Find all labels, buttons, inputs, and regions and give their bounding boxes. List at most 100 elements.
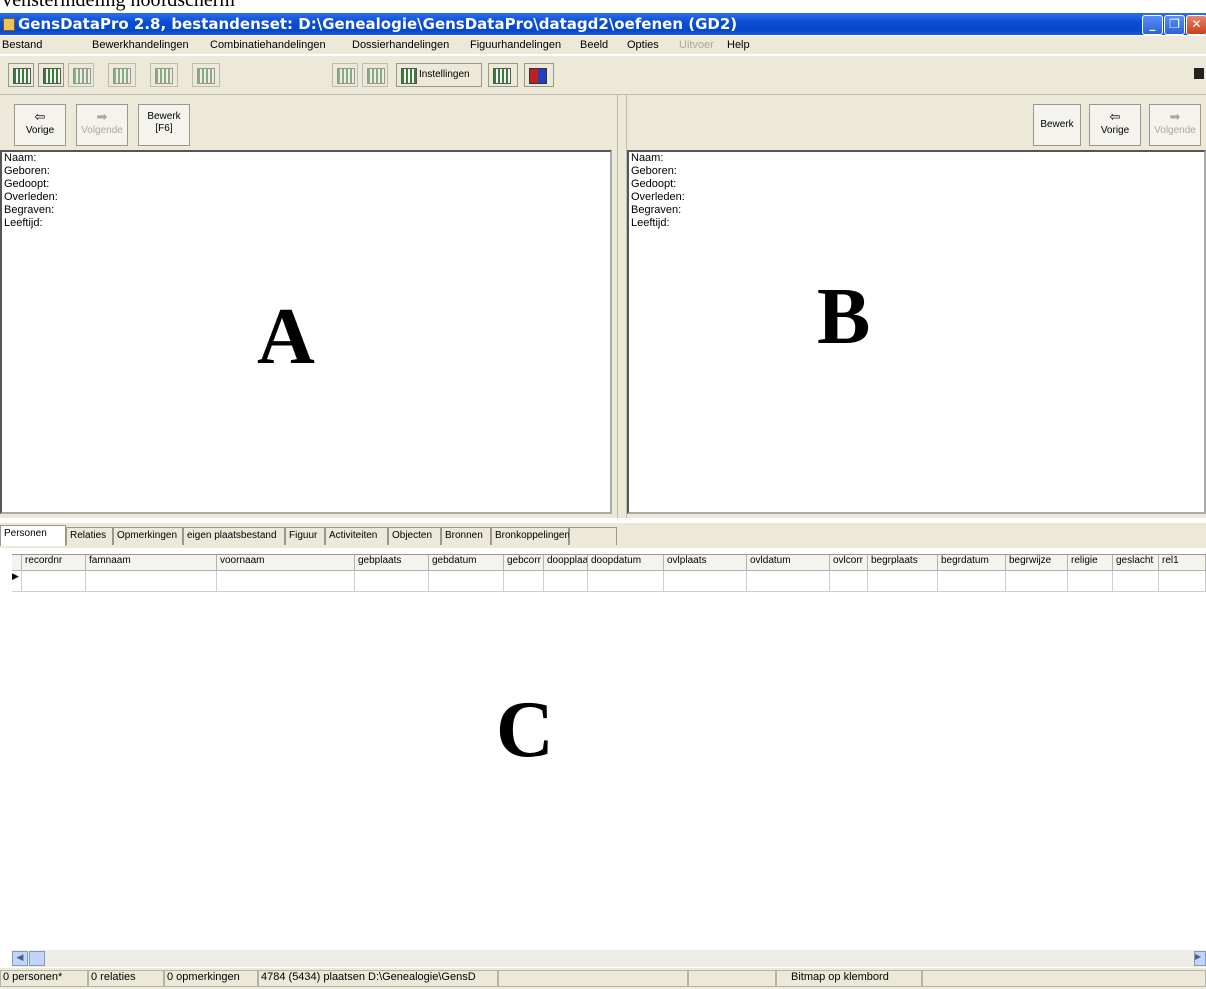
tab-eigen-plaatsbestand[interactable]: eigen plaatsbestand [183,527,285,545]
table-cell[interactable] [588,571,664,592]
panel-a-prev-button[interactable]: ⇦ Vorige [14,104,66,146]
table-cell[interactable] [355,571,429,592]
field-begraven: Begraven: [4,204,55,216]
col-rel1[interactable]: rel1 [1159,555,1206,571]
col-ovlplaats[interactable]: ovlplaats [664,555,747,571]
col-begrplaats[interactable]: begrplaats [868,555,938,571]
table-button[interactable] [332,63,358,87]
col-geslacht[interactable]: geslacht [1113,555,1159,571]
tab-bronnen[interactable]: Bronnen [441,527,491,545]
panel-b-prev-button[interactable]: ⇦ Vorige [1089,104,1141,146]
panel-a-next-button[interactable]: ➡ Volgende [76,104,128,146]
col-doopplaats[interactable]: doopplaats [544,555,588,571]
col-gebcorr[interactable]: gebcorr [504,555,544,571]
table-cell[interactable] [217,571,355,592]
scroll-right-icon[interactable]: ▶ [1194,951,1206,966]
table-cell[interactable] [504,571,544,592]
menu-opties[interactable]: Opties [627,39,659,51]
tree-view-button[interactable] [8,63,34,87]
menu-help[interactable]: Help [727,39,750,51]
horizontal-scrollbar[interactable]: ◀ ▶ [12,950,1206,967]
maximize-button[interactable]: ❐ [1164,15,1185,35]
table-cell[interactable] [1068,571,1113,592]
save-button[interactable] [1192,63,1206,87]
field-leeftijd: Leeftijd: [631,217,670,229]
tab-activiteiten[interactable]: Activiteiten [325,527,388,545]
menu-bewerkhandelingen[interactable]: Bewerkhandelingen [92,39,189,51]
table-cell[interactable] [1113,571,1159,592]
col-begrwijze[interactable]: begrwijze [1006,555,1068,571]
arrow-right-icon: ➡ [96,109,108,124]
tab-figuur[interactable]: Figuur [285,527,325,545]
tab-relaties[interactable]: Relaties [66,527,113,545]
tab-bronkoppelingen[interactable]: Bronkoppelingen [491,527,570,545]
status-personen: 0 personen* [0,970,88,987]
calendar-button[interactable] [488,63,518,87]
panel-a-edit-label: Bewerk [147,111,181,122]
table-cell[interactable] [747,571,830,592]
table-cell[interactable] [1006,571,1068,592]
panel-b-marker: B [817,273,871,361]
field-naam: Naam: [631,152,664,164]
close-button[interactable]: ✕ [1186,15,1206,35]
panel-b-next-button[interactable]: ➡ Volgende [1149,104,1201,146]
col-gebdatum[interactable]: gebdatum [429,555,504,571]
col-doopdatum[interactable]: doopdatum [588,555,664,571]
compare-button[interactable] [192,63,220,87]
grid-marker: C [496,686,554,774]
col-gebplaats[interactable]: gebplaats [355,555,429,571]
menu-dossierhandelingen[interactable]: Dossierhandelingen [352,39,449,51]
panel-a-person-info: Naam: Geboren: Gedoopt: Overleden: Begra… [0,150,612,514]
col-recordnr[interactable]: recordnr [22,555,86,571]
field-geboren: Geboren: [4,165,50,177]
menu-uitvoer[interactable]: Uitvoer [679,39,714,51]
row-pointer-icon: ▶ [12,571,22,592]
panel-a-edit-button[interactable]: Bewerk [F6] [138,104,190,146]
table-cell[interactable] [938,571,1006,592]
table-cell[interactable] [86,571,217,592]
form-button[interactable] [150,63,178,87]
tab-personen[interactable]: Personen [0,525,66,546]
table-cell[interactable] [22,571,86,592]
list-button[interactable] [68,63,94,87]
col-ovlcorr[interactable]: ovlcorr [830,555,868,571]
status-empty-3 [922,970,1206,987]
arrow-left-icon: ⇦ [34,109,46,124]
search-button[interactable] [362,63,388,87]
persons-grid[interactable]: recordnr famnaam voornaam gebplaats gebd… [12,554,1206,951]
table-cell[interactable] [664,571,747,592]
status-opmerkingen: 0 opmerkingen [164,970,258,987]
col-begrdatum[interactable]: begrdatum [938,555,1006,571]
settings-list-icon [401,68,417,84]
col-ovldatum[interactable]: ovldatum [747,555,830,571]
table-cell[interactable] [429,571,504,592]
menu-beeld[interactable]: Beeld [580,39,608,51]
panel-b-edit-button[interactable]: Bewerk [1033,104,1081,146]
instellingen-button[interactable]: Instellingen [396,63,482,87]
menu-figuurhandelingen[interactable]: Figuurhandelingen [470,39,561,51]
form-icon [155,68,173,84]
chart-button[interactable] [524,63,554,87]
table-cell[interactable] [868,571,938,592]
tab-opmerkingen[interactable]: Opmerkingen [113,527,183,545]
scroll-thumb[interactable] [29,951,45,966]
instellingen-label: Instellingen [419,69,470,80]
menu-bestand[interactable]: Bestand [2,39,42,51]
panel-splitter[interactable] [617,95,627,518]
minimize-button[interactable]: _ [1142,15,1163,35]
tree-view2-button[interactable] [38,63,64,87]
table-cell[interactable] [830,571,868,592]
compare-icon [197,68,215,84]
menu-combinatiehandelingen[interactable]: Combinatiehandelingen [210,39,326,51]
scroll-left-icon[interactable]: ◀ [12,951,28,966]
col-religie[interactable]: religie [1068,555,1113,571]
col-voornaam[interactable]: voornaam [217,555,355,571]
table-cell[interactable] [1159,571,1206,592]
field-geboren: Geboren: [631,165,677,177]
col-famnaam[interactable]: famnaam [86,555,217,571]
status-plaatsen: 4784 (5434) plaatsen D:\Genealogie\GensD [258,970,498,987]
table-cell[interactable] [544,571,588,592]
field-gedoopt: Gedoopt: [4,178,50,190]
gcs-button[interactable] [108,63,136,87]
tab-objecten[interactable]: Objecten [388,527,441,545]
